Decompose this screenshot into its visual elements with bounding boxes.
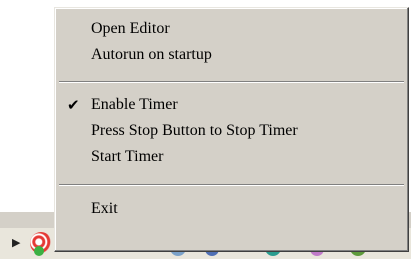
menu-item-label: Start Timer [91,148,164,165]
menu-item-enable-timer[interactable]: ✔ Enable Timer [57,92,406,118]
menu-item-start-timer[interactable]: Start Timer [57,144,406,170]
menu-separator [59,184,404,186]
checkmark-icon: ✔ [67,96,80,114]
chevron-right-icon[interactable]: ▶ [12,236,20,249]
menu-item-exit[interactable]: Exit [57,196,406,222]
menu-item-autorun[interactable]: Autorun on startup [57,42,406,68]
tray-context-menu: Open Editor Autorun on startup ✔ Enable … [54,7,409,252]
menu-item-press-stop[interactable]: Press Stop Button to Stop Timer [57,118,406,144]
menu-separator [59,81,404,83]
menu-item-label: Enable Timer [91,96,178,113]
menu-item-label: Exit [91,200,118,217]
menu-item-label: Press Stop Button to Stop Timer [91,122,298,139]
menu-item-open-editor[interactable]: Open Editor [57,16,406,42]
app-status-icon [34,246,44,256]
menu-item-label: Autorun on startup [91,46,212,63]
menu-item-label: Open Editor [91,20,170,37]
